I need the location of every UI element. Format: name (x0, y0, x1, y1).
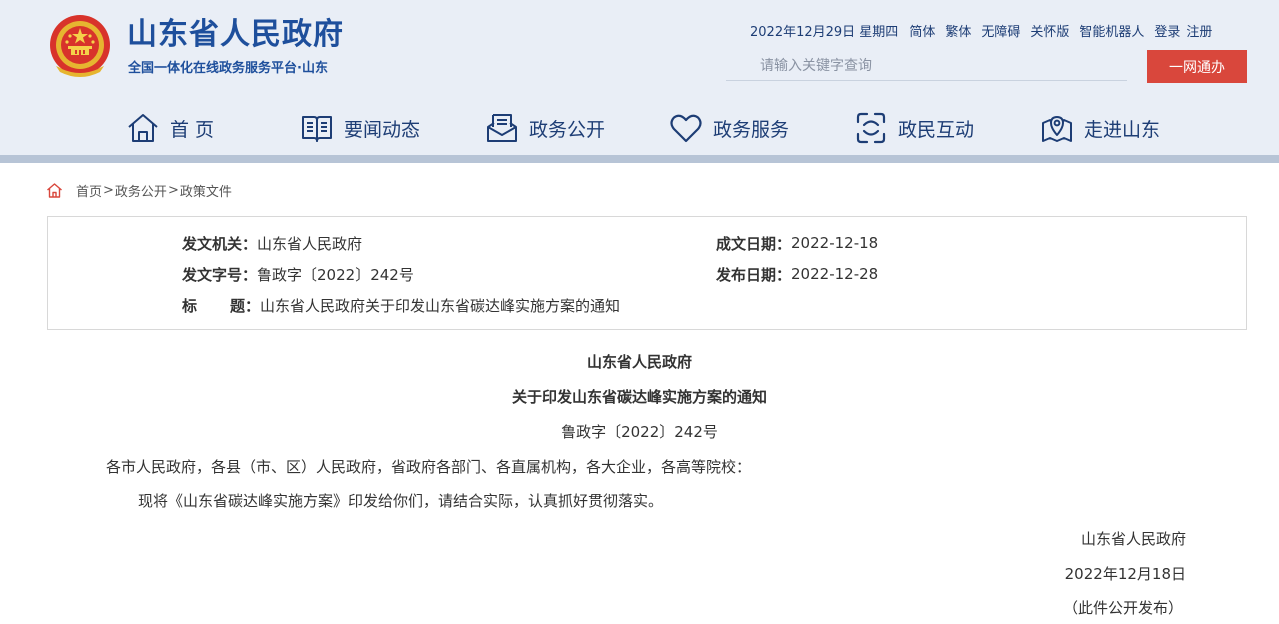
article-addressee: 各市人民政府，各县（市、区）人民政府，省政府各部门、各直属机构，各大企业，各高等… (106, 458, 752, 476)
breadcrumb-gov-affairs[interactable]: 政务公开 (115, 181, 167, 200)
issuer-label: 发文机关： (182, 234, 258, 253)
breadcrumb-policy-docs[interactable]: 政策文件 (180, 181, 232, 200)
nav-home[interactable]: 首 页 (126, 108, 214, 148)
link-login[interactable]: 登录 (1154, 21, 1180, 40)
mail-tray-icon (487, 114, 517, 142)
link-accessibility[interactable]: 无障碍 (981, 21, 1020, 40)
nav-news[interactable]: 要闻动态 (300, 108, 420, 148)
created-label: 成文日期： (716, 234, 792, 253)
created-value: 2022-12-18 (791, 234, 879, 252)
info-published-row: 发布日期： 2022-12-28 (716, 263, 878, 285)
info-created-row: 成文日期： 2022-12-18 (716, 232, 878, 254)
nav-services[interactable]: 政务服务 (669, 108, 789, 148)
link-robot[interactable]: 智能机器人 (1079, 21, 1144, 40)
newspaper-icon (302, 116, 332, 142)
doc-no-label: 发文字号： (182, 265, 258, 284)
breadcrumb: 首页 > 政务公开 > 政策文件 (46, 180, 232, 200)
site-subtitle[interactable]: 全国一体化在线政务服务平台·山东 (128, 60, 328, 78)
breadcrumb-separator: > (167, 182, 179, 198)
article-heading-title: 关于印发山东省碳达峰实施方案的通知 (511, 388, 767, 406)
article-publish-note: （此件公开发布） (1062, 599, 1183, 617)
nav-about-shandong[interactable]: 走进山东 (1040, 108, 1160, 148)
published-value: 2022-12-28 (791, 265, 879, 283)
interaction-icon (856, 112, 886, 144)
link-traditional[interactable]: 繁体 (945, 21, 971, 40)
link-care-mode[interactable]: 关怀版 (1030, 21, 1069, 40)
one-stop-service-button[interactable]: 一网通办 (1147, 50, 1247, 83)
nav-interaction[interactable]: 政民互动 (854, 108, 974, 148)
site-title[interactable]: 山东省人民政府 (127, 14, 344, 56)
top-links: 2022年12月29日 星期四 简体 繁体 无障碍 关怀版 智能机器人 登录 注… (750, 20, 1212, 40)
nav-gov-affairs[interactable]: 政务公开 (485, 108, 605, 148)
nav-news-label: 要闻动态 (344, 118, 421, 141)
link-register[interactable]: 注册 (1186, 21, 1212, 40)
home-icon (128, 114, 158, 142)
title-value: 山东省人民政府关于印发山东省碳达峰实施方案的通知 (260, 296, 621, 315)
title-label-part2: 题： (230, 296, 261, 315)
doc-no-value: 鲁政字〔2022〕242号 (257, 265, 414, 284)
map-pin-icon (1042, 116, 1072, 142)
article-doc-number: 鲁政字〔2022〕242号 (561, 423, 718, 441)
link-simplified[interactable]: 简体 (909, 21, 935, 40)
search-input[interactable] (760, 55, 1120, 77)
issuer-value: 山东省人民政府 (257, 234, 363, 253)
title-label-part1: 标 (182, 296, 198, 315)
breadcrumb-home[interactable]: 首页 (76, 181, 102, 200)
header-divider (0, 155, 1279, 163)
info-docno-row: 发文字号： 鲁政字〔2022〕242号 (182, 263, 414, 285)
article-sign-org: 山东省人民政府 (1080, 530, 1186, 548)
article-heading-org: 山东省人民政府 (586, 353, 692, 371)
nav-services-label: 政务服务 (713, 118, 790, 141)
heart-icon (670, 114, 702, 143)
article-sign-date: 2022年12月18日 (1064, 565, 1186, 583)
article-body-paragraph: 现将《山东省碳达峰实施方案》印发给你们，请结合实际，认真抓好贯彻落实。 (138, 492, 664, 510)
published-label: 发布日期： (716, 265, 792, 284)
nav-gov-affairs-label: 政务公开 (529, 118, 606, 141)
national-emblem-icon (50, 15, 110, 77)
document-info-box: 发文机关： 山东省人民政府 发文字号： 鲁政字〔2022〕242号 标 题： 山… (47, 216, 1247, 330)
info-issuer-row: 发文机关： 山东省人民政府 (182, 232, 362, 254)
home-icon (47, 182, 62, 198)
info-title-row: 标 题： 山东省人民政府关于印发山东省碳达峰实施方案的通知 (182, 294, 620, 316)
nav-home-label: 首 页 (170, 118, 215, 141)
nav-interaction-label: 政民互动 (898, 118, 975, 141)
current-date: 2022年12月29日 星期四 (750, 24, 899, 40)
breadcrumb-separator: > (103, 182, 114, 198)
nav-about-shandong-label: 走进山东 (1084, 118, 1161, 141)
search-bar (726, 52, 1127, 81)
